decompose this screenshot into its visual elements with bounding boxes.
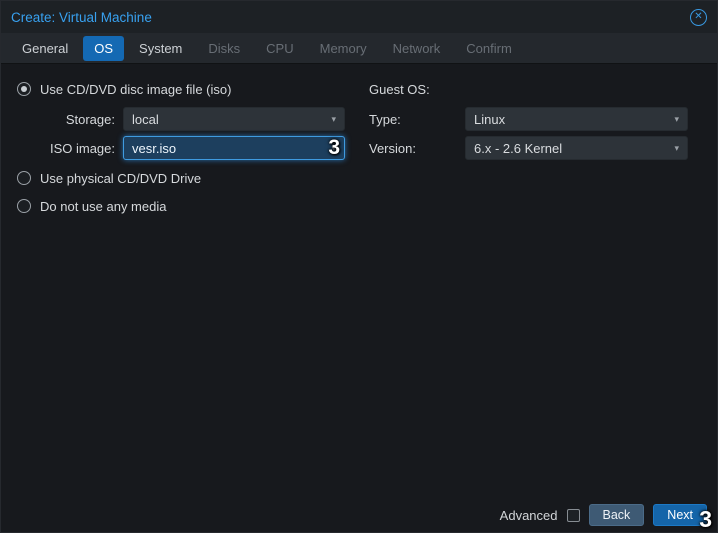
radio-row-no-media: Do not use any media [17,196,363,216]
chevron-down-icon: ▾ [674,115,679,124]
dialog-title: Create: Virtual Machine [11,10,152,25]
radio-row-physical: Use physical CD/DVD Drive [17,168,363,188]
radio-row-iso: Use CD/DVD disc image file (iso) [17,79,363,99]
dialog-titlebar: Create: Virtual Machine ✕ [1,1,717,33]
advanced-checkbox[interactable] [567,509,580,522]
storage-label: Storage: [17,112,123,127]
radio-use-iso[interactable] [17,82,31,96]
iso-field-row: ISO image: vesr.iso ▾ 3 [17,136,363,160]
radio-use-physical-drive[interactable] [17,171,31,185]
os-type-value: Linux [474,112,505,127]
advanced-label: Advanced [500,508,558,523]
tab-confirm: Confirm [455,36,523,61]
os-version-combobox[interactable]: 6.x - 2.6 Kernel ▾ [465,136,688,160]
tab-system[interactable]: System [128,36,193,61]
storage-value: local [132,112,159,127]
close-icon[interactable]: ✕ [690,9,707,26]
chevron-down-icon: ▾ [331,115,336,124]
os-version-value: 6.x - 2.6 Kernel [474,141,562,156]
iso-image-combobox[interactable]: vesr.iso ▾ 3 [123,136,345,160]
iso-image-label: ISO image: [17,141,123,156]
guest-os-heading-row: Guest OS: [369,79,703,99]
os-version-label: Version: [369,141,465,156]
os-type-label: Type: [369,112,465,127]
chevron-down-icon: ▾ [331,144,336,153]
os-type-combobox[interactable]: Linux ▾ [465,107,688,131]
media-section: Use CD/DVD disc image file (iso) Storage… [17,79,363,224]
tab-disks: Disks [197,36,251,61]
guest-os-section: Guest OS: Type: Linux ▾ Version: 6.x - 2… [369,79,703,165]
create-vm-dialog: Create: Virtual Machine ✕ General OS Sys… [0,0,718,533]
radio-no-media-label[interactable]: Do not use any media [40,199,166,214]
back-button[interactable]: Back [589,504,645,526]
tab-os[interactable]: OS [83,36,124,61]
next-button-label: Next [667,508,693,522]
next-button[interactable]: Next [653,504,707,526]
tab-general[interactable]: General [11,36,79,61]
iso-image-value: vesr.iso [132,141,176,156]
storage-field-row: Storage: local ▾ [17,107,363,131]
storage-combobox[interactable]: local ▾ [123,107,345,131]
dialog-footer: Advanced Back Next [1,498,717,532]
os-type-field-row: Type: Linux ▾ [369,107,703,131]
guest-os-heading: Guest OS: [369,82,430,97]
back-button-label: Back [603,508,631,522]
tab-cpu: CPU [255,36,304,61]
tab-network: Network [382,36,452,61]
radio-no-media[interactable] [17,199,31,213]
wizard-tabbar: General OS System Disks CPU Memory Netwo… [1,33,717,64]
radio-use-physical-drive-label[interactable]: Use physical CD/DVD Drive [40,171,201,186]
tab-memory: Memory [309,36,378,61]
os-version-field-row: Version: 6.x - 2.6 Kernel ▾ [369,136,703,160]
radio-use-iso-label[interactable]: Use CD/DVD disc image file (iso) [40,82,231,97]
chevron-down-icon: ▾ [674,144,679,153]
